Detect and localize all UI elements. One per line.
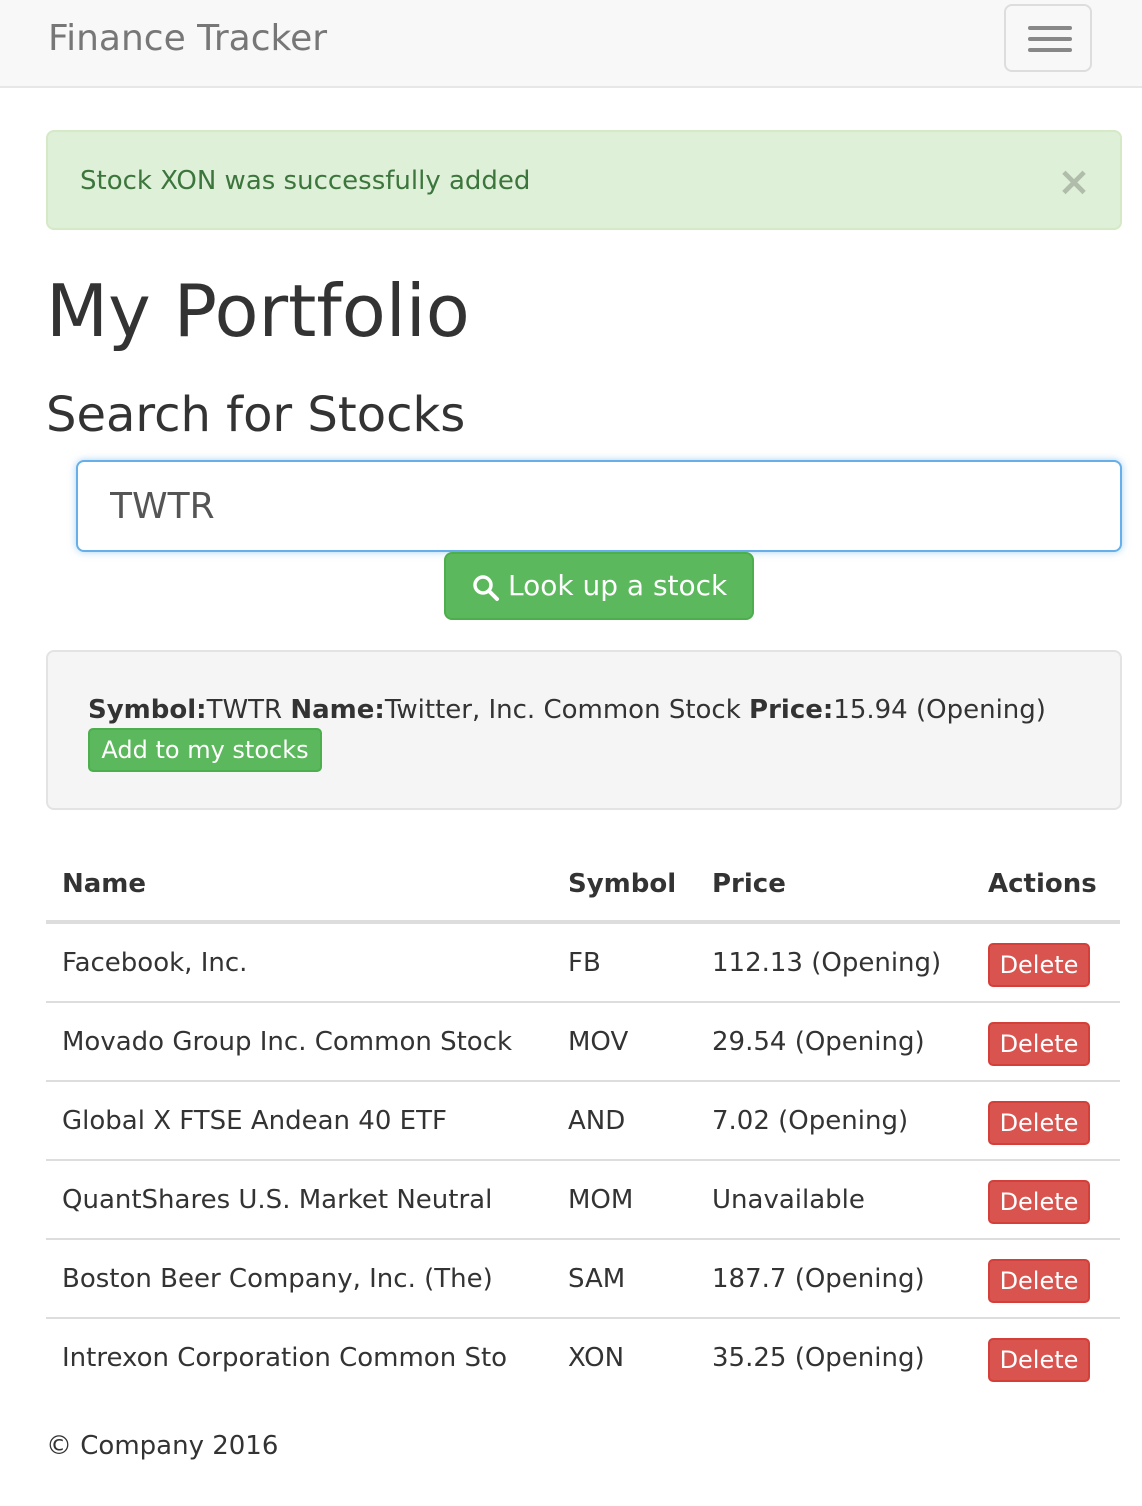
actions-cell: Delete (972, 1002, 1120, 1082)
look-up-stock-label: Look up a stock (508, 569, 728, 602)
table-row: Movado Group Inc. Common Stock MOV 29.54… (46, 1002, 1120, 1082)
actions-cell: Delete (972, 1160, 1120, 1240)
stock-symbol-cell: AND (552, 1081, 696, 1161)
table-row: Global X FTSE Andean 40 ETF AND 7.02 (Op… (46, 1081, 1120, 1161)
column-header-symbol: Symbol (552, 848, 696, 924)
navbar-toggle-button[interactable] (1004, 4, 1092, 72)
lookup-result-panel: Symbol:TWTR Name:Twitter, Inc. Common St… (46, 650, 1122, 810)
search-icon (473, 575, 499, 601)
search-heading: Search for Stocks (46, 387, 466, 443)
table-row: Facebook, Inc. FB 112.13 (Opening) Delet… (46, 922, 1120, 1003)
actions-cell: Delete (972, 922, 1120, 1003)
stock-symbol-cell: MOM (552, 1160, 696, 1240)
result-name: Twitter, Inc. Common Stock (384, 695, 741, 725)
table-row: QuantShares U.S. Market Neutral MOM Unav… (46, 1160, 1120, 1240)
look-up-stock-button[interactable]: Look up a stock (444, 552, 754, 620)
stock-symbol-cell: SAM (552, 1239, 696, 1319)
stock-price-cell: Unavailable (696, 1160, 972, 1240)
result-price: 15.94 (Opening) (833, 695, 1046, 725)
stock-name-cell: Movado Group Inc. Common Stock (46, 1002, 552, 1082)
stock-symbol-cell: XON (568, 1342, 625, 1373)
portfolio-table: Name Symbol Price Actions Facebook, Inc.… (46, 848, 1120, 1396)
close-icon[interactable]: × (1052, 160, 1096, 204)
price-label: Price: (749, 695, 834, 725)
stock-price-cell: 187.7 (Opening) (696, 1239, 972, 1319)
success-alert: Stock XON was successfully added × (46, 130, 1122, 230)
stock-symbol-cell: MOV (552, 1002, 696, 1082)
stock-name-cell: QuantShares U.S. Market Neutral (46, 1160, 552, 1240)
page-title: My Portfolio (46, 269, 470, 353)
table-header-row: Name Symbol Price Actions (46, 848, 1120, 924)
delete-button[interactable]: Delete (988, 1337, 1090, 1382)
stock-price-cell: 7.02 (Opening) (696, 1081, 972, 1161)
stock-name-cell: Facebook, Inc. (46, 922, 552, 1003)
symbol-label: Symbol: (88, 695, 207, 725)
add-to-my-stocks-button[interactable]: Add to my stocks (88, 728, 322, 772)
lookup-result-line: Symbol:TWTR Name:Twitter, Inc. Common St… (88, 692, 1046, 728)
stock-name-cell: Intrexon Corporation Common Sto (62, 1342, 508, 1373)
delete-button[interactable]: Delete (988, 1021, 1090, 1066)
stock-search-input[interactable] (76, 460, 1122, 552)
stock-name-cell: Global X FTSE Andean 40 ETF (46, 1081, 552, 1161)
name-label: Name: (290, 695, 385, 725)
navbar: Finance Tracker (0, 0, 1142, 88)
alert-message: Stock XON was successfully added (80, 166, 531, 196)
actions-cell: Delete (972, 1318, 1120, 1396)
delete-button[interactable]: Delete (988, 1179, 1090, 1224)
footer-copyright: © Company 2016 (46, 1431, 279, 1461)
stock-price-cell: 35.25 (Opening) (712, 1342, 925, 1373)
column-header-price: Price (696, 848, 972, 924)
stock-symbol-cell: FB (552, 922, 696, 1003)
column-header-actions: Actions (972, 848, 1120, 924)
stock-name-cell: Boston Beer Company, Inc. (The) (46, 1239, 552, 1319)
table-row: Intrexon Corporation Common Sto XON 35.2… (46, 1318, 1120, 1396)
result-symbol: TWTR (206, 695, 283, 725)
column-header-name: Name (46, 848, 552, 924)
stock-price-cell: 29.54 (Opening) (696, 1002, 972, 1082)
delete-button[interactable]: Delete (988, 1100, 1090, 1145)
actions-cell: Delete (972, 1239, 1120, 1319)
actions-cell: Delete (972, 1081, 1120, 1161)
delete-button[interactable]: Delete (988, 1258, 1090, 1303)
brand-link[interactable]: Finance Tracker (48, 17, 327, 61)
delete-button[interactable]: Delete (988, 942, 1090, 987)
stock-price-cell: 112.13 (Opening) (696, 922, 972, 1003)
table-row: Boston Beer Company, Inc. (The) SAM 187.… (46, 1239, 1120, 1319)
